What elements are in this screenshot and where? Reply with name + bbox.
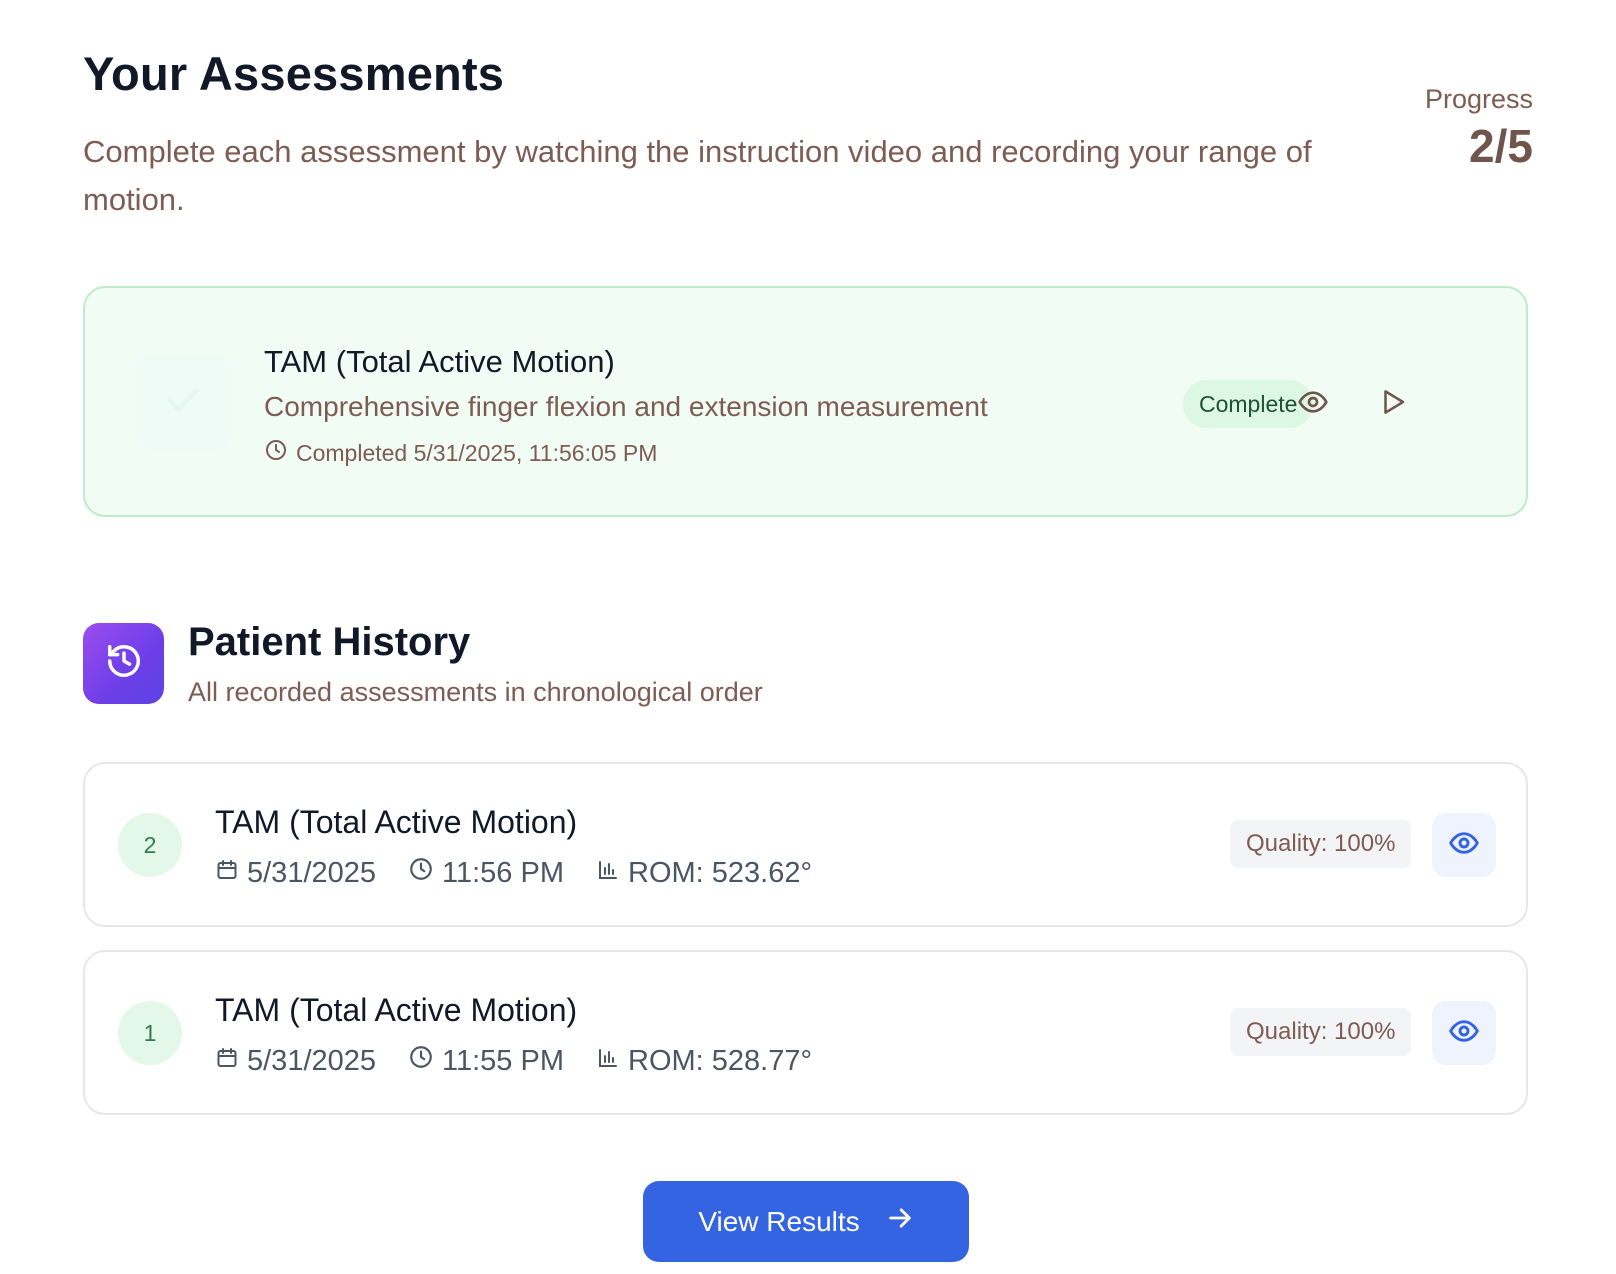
check-icon (163, 380, 203, 425)
clock-icon (264, 438, 288, 468)
row-title: TAM (Total Active Motion) (215, 804, 578, 840)
view-history-button[interactable] (1432, 813, 1496, 877)
view-assessment-button[interactable] (1291, 382, 1335, 426)
row-meta: 5/31/2025 11:55 PM ROM: 528.77° (215, 1044, 844, 1078)
progress-value: 2/5 (1469, 120, 1533, 172)
view-results-button[interactable]: View Results (643, 1181, 969, 1262)
assessments-page: Your Assessments Complete each assessmen… (0, 0, 1616, 1274)
calendar-icon (215, 1045, 239, 1078)
assessment-description: Comprehensive finger flexion and extensi… (264, 391, 988, 422)
row-date-text: 5/31/2025 (247, 1044, 377, 1077)
status-check-box (135, 354, 231, 450)
page-header: Your Assessments Complete each assessmen… (83, 46, 1533, 217)
row-date-text: 5/31/2025 (247, 856, 377, 889)
row-number: 2 (118, 813, 182, 877)
row-date: 5/31/2025 (215, 857, 376, 890)
quality-badge: Quality: 100% (1230, 820, 1412, 868)
eye-icon (1297, 386, 1329, 423)
history-title: Patient History (188, 620, 471, 664)
row-number: 1 (118, 1001, 182, 1065)
eye-icon (1448, 827, 1480, 864)
calendar-icon (215, 857, 239, 890)
eye-icon (1448, 1015, 1480, 1052)
row-title: TAM (Total Active Motion) (215, 992, 578, 1028)
play-video-button[interactable] (1371, 382, 1415, 426)
clock-icon (408, 1044, 434, 1078)
assessment-card[interactable]: TAM (Total Active Motion) Comprehensive … (83, 286, 1528, 517)
row-rom: ROM: 528.77° (596, 1045, 812, 1078)
arrow-right-icon (886, 1204, 914, 1239)
row-time-text: 11:56 PM (442, 856, 564, 889)
clock-icon (408, 856, 434, 890)
quality-badge: Quality: 100% (1230, 1008, 1412, 1056)
bar-chart-icon (596, 857, 620, 890)
row-time-text: 11:55 PM (442, 1044, 564, 1077)
history-badge (83, 623, 164, 704)
history-icon (105, 642, 143, 685)
assessment-title: TAM (Total Active Motion) (264, 344, 615, 379)
assessment-completed-meta: Completed 5/31/2025, 11:56:05 PM (264, 438, 657, 468)
page-subtitle: Complete each assessment by watching the… (83, 134, 1312, 217)
bar-chart-icon (596, 1045, 620, 1078)
row-rom-text: ROM: 528.77° (628, 1044, 813, 1077)
row-rom: ROM: 523.62° (596, 857, 812, 890)
row-meta: 5/31/2025 11:56 PM ROM: 523.62° (215, 856, 844, 890)
row-date: 5/31/2025 (215, 1045, 376, 1078)
history-row: 1 TAM (Total Active Motion) 5/31/2025 11… (83, 950, 1528, 1115)
progress-label: Progress (1424, 84, 1533, 114)
page-title: Your Assessments (83, 47, 505, 100)
row-time: 11:56 PM (408, 856, 564, 890)
history-subtitle: All recorded assessments in chronologica… (188, 677, 763, 707)
row-rom-text: ROM: 523.62° (628, 856, 813, 889)
progress-indicator: Progress 2/5 (1425, 84, 1533, 173)
history-row: 2 TAM (Total Active Motion) 5/31/2025 11… (83, 762, 1528, 927)
view-results-label: View Results (698, 1205, 860, 1237)
play-icon (1378, 387, 1408, 422)
completed-timestamp: Completed 5/31/2025, 11:56:05 PM (296, 439, 658, 466)
row-time: 11:55 PM (408, 1044, 564, 1078)
view-history-button[interactable] (1432, 1001, 1496, 1065)
